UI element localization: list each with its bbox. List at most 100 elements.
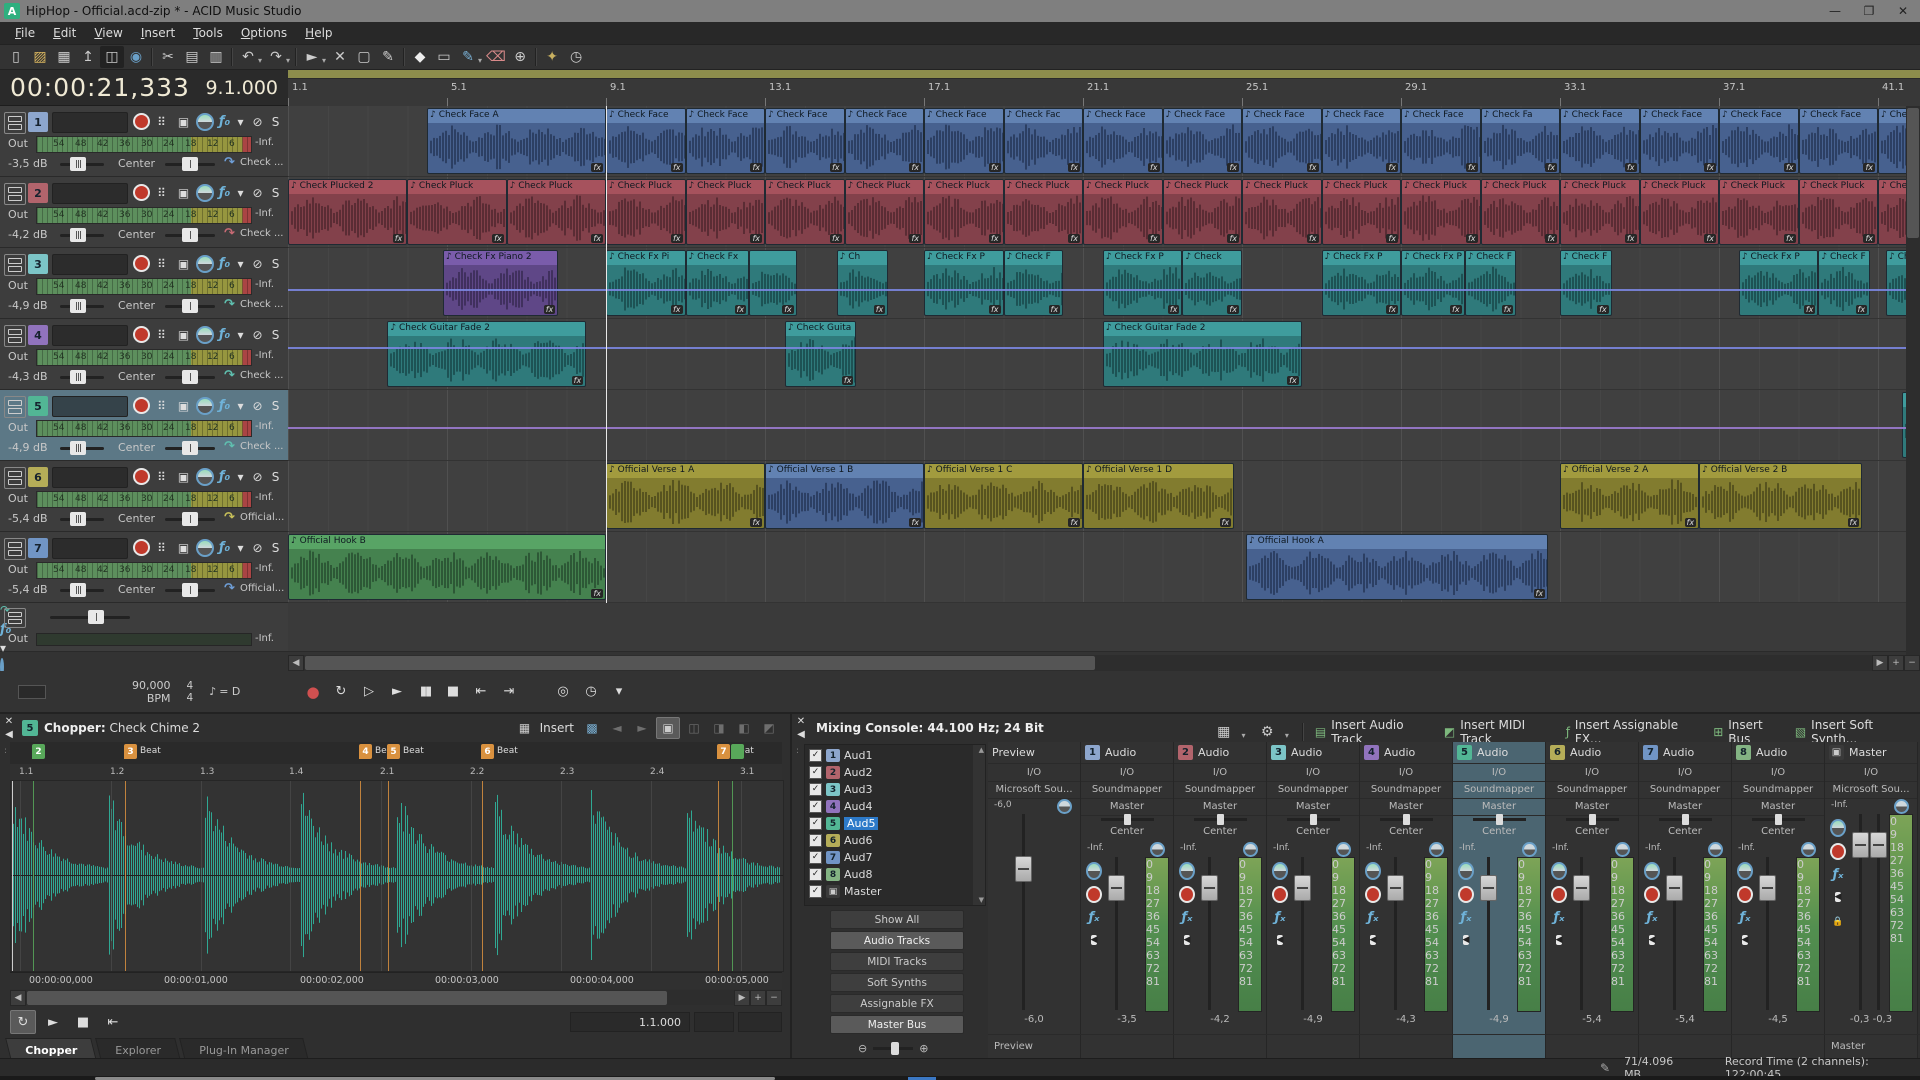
solo-button[interactable]: S (266, 183, 285, 202)
fader-handle[interactable] (1852, 832, 1869, 858)
collapse-panel-button[interactable]: ◀ (2, 728, 16, 741)
fader-handle[interactable] (1201, 875, 1218, 901)
track-header-1[interactable]: 1⠿▣ƒ₀▾⊘SOut54484236302418126-Inf.-3,5 dB… (0, 106, 288, 177)
automation-curve-icon[interactable]: ↷ (224, 155, 235, 170)
close-panel-button[interactable]: ✕ (794, 715, 808, 728)
automation-curve-icon[interactable]: ↷ (224, 226, 235, 241)
record-arm-button[interactable] (1644, 886, 1660, 902)
close-panel-button[interactable]: ✕ (2, 715, 16, 728)
record-arm-button[interactable] (132, 183, 151, 202)
track-fx-icon[interactable]: ƒₓ (1830, 866, 1846, 882)
event-fx-badge[interactable]: fx (1148, 163, 1160, 172)
scroll-left-button[interactable]: ◀ (288, 655, 304, 671)
mixer-strip-6[interactable]: 6AudioI/OSoundmapperMasterCenter-Inf.ƒₓ◀… (1546, 742, 1639, 1060)
track-lane-2[interactable]: ♪ Check Plucked 2fx♪ Check Pluckfx♪ Chec… (288, 177, 1920, 248)
track-menu-icon[interactable] (4, 254, 26, 276)
phase-invert-icon[interactable] (1365, 863, 1381, 879)
track-fx-icon[interactable]: ƒₓ (1551, 909, 1567, 925)
volume-fader[interactable] (60, 447, 104, 450)
audio-event[interactable]: ♪ Check Fx Piano 2fx (443, 250, 558, 316)
event-fx-badge[interactable]: fx (1227, 234, 1239, 243)
audio-event[interactable]: ♪ Official Verse 1 Afx (606, 463, 765, 529)
peak-indicator-icon[interactable] (1801, 842, 1816, 857)
insert-marker-icon[interactable]: ▩ (581, 718, 603, 738)
track-menu-icon[interactable] (4, 183, 26, 205)
input-monitor-icon[interactable]: ◀ (1365, 932, 1381, 948)
audio-event[interactable]: ♪ Check Ffx (1465, 250, 1517, 316)
track-motion-icon[interactable]: ⠿ (152, 538, 171, 557)
track-lane-7[interactable]: ♪ Official Hook Bfx♪ Official Hook Afx (288, 532, 1920, 603)
pan-slider-handle[interactable] (182, 157, 198, 171)
audio-event[interactable]: ♪ Check Pluckfx (1481, 179, 1561, 245)
menu-file[interactable]: File (6, 23, 44, 43)
track-header-2[interactable]: 2⠿▣ƒ₀▾⊘SOut54484236302418126-Inf.-4,2 dB… (0, 177, 288, 248)
maximize-track-icon[interactable]: ▣ (174, 183, 193, 202)
event-fx-badge[interactable]: fx (874, 305, 886, 314)
volume-fader[interactable] (60, 589, 104, 592)
track-motion-icon[interactable]: ⠿ (152, 112, 171, 131)
strip-device-selector[interactable]: Soundmapper (1453, 781, 1545, 799)
link-arrow-icon[interactable]: ▣ (656, 717, 680, 739)
event-fx-badge[interactable]: fx (842, 376, 854, 385)
event-fx-badge[interactable]: fx (989, 234, 1001, 243)
track-fx-icon[interactable]: ƒₓ (1458, 909, 1474, 925)
channel-list-item[interactable]: ✓5Aud5 (809, 815, 969, 832)
chopper-waveform[interactable] (10, 780, 784, 972)
event-fx-badge[interactable]: fx (1227, 163, 1239, 172)
strip-pan-slider[interactable] (1287, 818, 1340, 821)
channel-checkbox[interactable]: ✓ (809, 885, 822, 898)
peak-indicator-icon[interactable] (1615, 842, 1630, 857)
audio-event[interactable]: ♪ Official Verse 2 Afx (1560, 463, 1699, 529)
track-header-6[interactable]: 6⠿▣ƒ₀▾⊘SOut54484236302418126-Inf.-5,4 dB… (0, 461, 288, 532)
maximize-button[interactable]: ❐ (1852, 0, 1886, 22)
stop-button[interactable]: ■ (70, 1010, 96, 1034)
event-fx-badge[interactable]: fx (1863, 234, 1875, 243)
event-fx-badge[interactable]: fx (492, 234, 504, 243)
loop-playback-button[interactable]: ↻ (10, 1010, 36, 1034)
track-fx-icon[interactable]: ƒₓ (1644, 909, 1660, 925)
strip-device-selector[interactable]: Microsoft Sou... (1825, 781, 1917, 799)
volume-fader-handle[interactable] (70, 512, 86, 526)
pan-slider-handle[interactable] (182, 583, 198, 597)
audio-event[interactable]: ♪ Check Pluckfx (507, 179, 606, 245)
volume-fader[interactable] (60, 163, 104, 166)
chopper-marker-row[interactable]: 23Beat4Bea5Beat6Beat7Beat (10, 742, 782, 765)
audio-event[interactable]: ♪ Check Guitar Fade 2fx (387, 321, 586, 387)
maximize-track-icon[interactable]: ▣ (174, 254, 193, 273)
filter-show-all[interactable]: Show All (830, 910, 964, 929)
automation-curve-icon[interactable]: ↷ (224, 439, 235, 454)
whats-this-icon[interactable]: ◷ (564, 46, 588, 68)
input-monitor-icon[interactable]: ◀ (1830, 889, 1846, 905)
record-arm-button[interactable] (132, 112, 151, 131)
phase-invert-icon[interactable] (195, 254, 214, 273)
track-motion-icon[interactable]: ⠿ (152, 396, 171, 415)
pan-slider[interactable] (165, 163, 215, 166)
track-name-field[interactable] (52, 254, 128, 275)
peak-indicator-icon[interactable] (1894, 799, 1909, 814)
event-fx-badge[interactable]: fx (750, 163, 762, 172)
chopper-length-field[interactable] (738, 1012, 782, 1032)
zoom-slider-handle[interactable] (891, 1042, 899, 1055)
chopper-marker-flag[interactable]: 3 (124, 744, 137, 759)
event-fx-badge[interactable]: fx (1148, 234, 1160, 243)
volume-fader[interactable] (60, 518, 104, 521)
audio-event[interactable]: ♪ Check Pluckfx (407, 179, 506, 245)
volume-fader-handle[interactable] (70, 299, 86, 313)
audio-event[interactable]: ♪ Official Verse 1 Dfx (1083, 463, 1234, 529)
event-fx-badge[interactable]: fx (1625, 163, 1637, 172)
views-icon[interactable]: ▦ (1212, 721, 1235, 743)
scroll-thumb[interactable] (1907, 108, 1919, 238)
pause-button[interactable]: ▮▮ (412, 680, 438, 704)
filter-audio-tracks[interactable]: Audio Tracks (830, 931, 964, 950)
audio-event[interactable]: ♪ Chfx (837, 250, 889, 316)
event-fx-badge[interactable]: fx (1307, 234, 1319, 243)
event-fx-badge[interactable]: fx (1466, 234, 1478, 243)
cut-icon[interactable]: ✂ (156, 46, 180, 68)
audio-event[interactable]: ♪ Check Pluckfx (1719, 179, 1799, 245)
fader-handle[interactable] (1387, 875, 1404, 901)
strip-device-selector[interactable]: Soundmapper (1360, 781, 1452, 799)
volume-fader-handle[interactable] (70, 157, 86, 171)
track-menu-icon[interactable] (4, 538, 26, 560)
mute-button[interactable]: ⊘ (248, 325, 267, 344)
channel-list-item[interactable]: ✓1Aud1 (809, 747, 969, 764)
